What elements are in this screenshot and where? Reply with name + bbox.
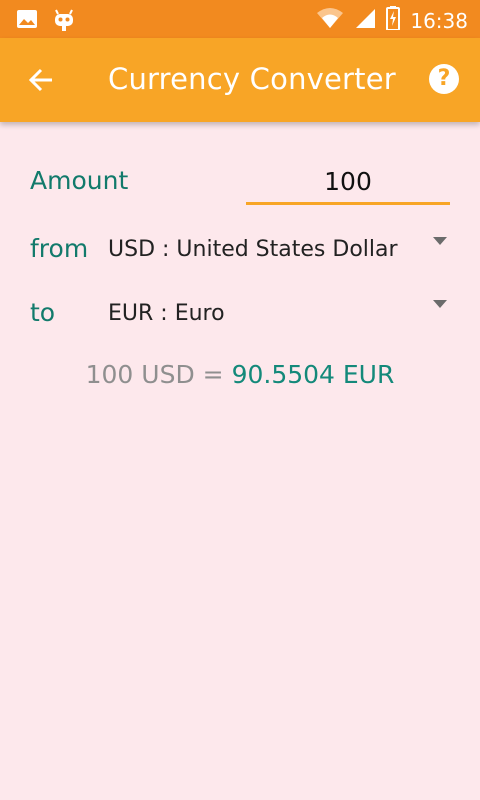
status-time: 16:38 xyxy=(410,8,468,33)
signal-icon xyxy=(354,7,376,34)
battery-charging-icon xyxy=(386,6,401,35)
from-dropdown-icon[interactable] xyxy=(433,237,447,245)
back-button[interactable] xyxy=(26,64,58,96)
android-debug-icon xyxy=(52,8,76,37)
image-icon xyxy=(16,8,38,37)
arrow-back-icon xyxy=(28,68,52,92)
from-label: from xyxy=(30,234,89,263)
result-source: 100 USD = xyxy=(85,360,224,389)
from-currency-select[interactable]: USD : United States Dollar xyxy=(108,237,398,262)
wifi-icon xyxy=(316,7,344,34)
app-bar: Currency Converter ? xyxy=(0,38,480,122)
page-title: Currency Converter xyxy=(108,62,396,96)
amount-label: Amount xyxy=(30,166,129,195)
to-currency-select[interactable]: EUR : Euro xyxy=(108,301,225,326)
to-dropdown-icon[interactable] xyxy=(433,300,447,308)
help-icon[interactable]: ? xyxy=(429,64,459,94)
result-value: 90.5504 EUR xyxy=(231,360,395,389)
status-bar: 16:38 xyxy=(0,0,480,38)
amount-input[interactable] xyxy=(246,160,450,205)
conversion-result: 100 USD = 90.5504 EUR xyxy=(0,360,480,389)
to-label: to xyxy=(30,298,56,327)
